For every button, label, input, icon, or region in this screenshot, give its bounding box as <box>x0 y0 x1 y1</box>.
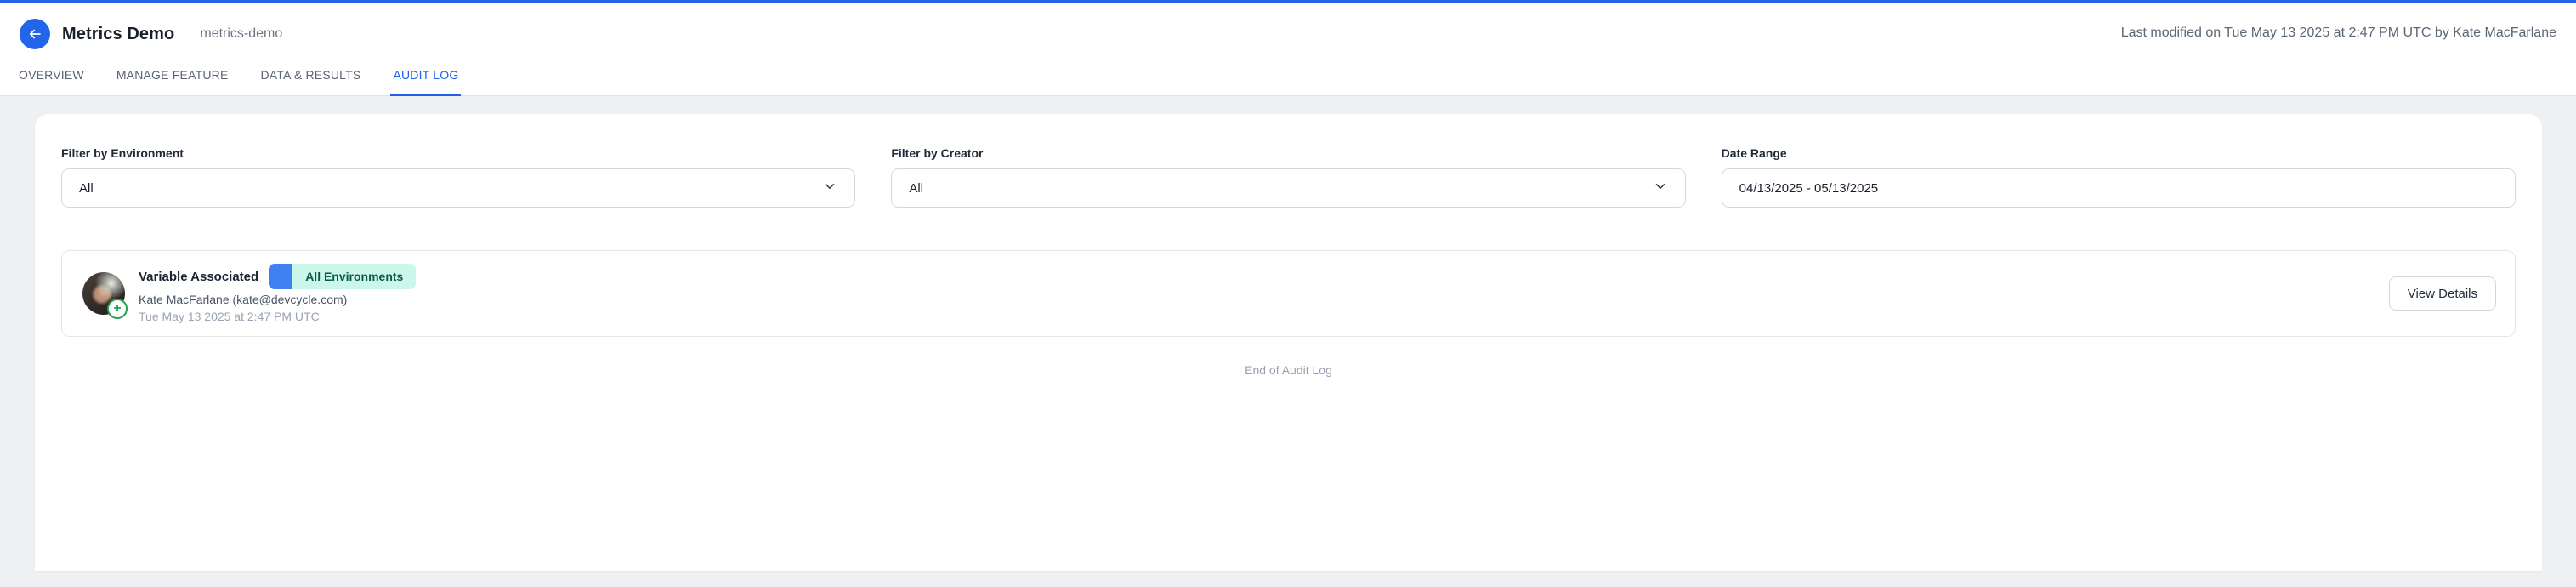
environment-filter-label: Filter by Environment <box>61 146 855 160</box>
chevron-down-icon <box>822 179 837 197</box>
audit-log-entry: + Variable Associated All Environments K… <box>61 250 2516 337</box>
audit-log-card: Filter by Environment All Filter by Crea… <box>35 114 2542 571</box>
avatar-wrap: + <box>82 272 125 315</box>
date-range-input[interactable] <box>1722 168 2516 208</box>
entry-info: Variable Associated All Environments Kat… <box>139 264 416 323</box>
main-content: Filter by Environment All Filter by Crea… <box>0 96 2576 571</box>
creator-filter-group: Filter by Creator All <box>891 146 1685 208</box>
view-details-button[interactable]: View Details <box>2389 276 2496 311</box>
arrow-left-icon <box>27 26 43 42</box>
back-button[interactable] <box>20 19 50 49</box>
creator-filter-label: Filter by Creator <box>891 146 1685 160</box>
entry-action-label: Variable Associated <box>139 270 258 284</box>
tab-audit-log[interactable]: AUDIT LOG <box>390 68 461 96</box>
environment-filter-group: Filter by Environment All <box>61 146 855 208</box>
date-range-group: Date Range <box>1722 146 2516 208</box>
environment-badge-label: All Environments <box>292 264 416 289</box>
environment-filter-select[interactable]: All <box>61 168 855 208</box>
entry-title-row: Variable Associated All Environments <box>139 264 416 289</box>
filters-row: Filter by Environment All Filter by Crea… <box>61 146 2516 208</box>
tab-data-results[interactable]: DATA & RESULTS <box>258 68 363 96</box>
add-user-plus-icon: + <box>107 299 128 319</box>
tab-manage-feature[interactable]: MANAGE FEATURE <box>114 68 231 96</box>
page-header: Metrics Demo metrics-demo Last modified … <box>0 3 2576 49</box>
page-title: Metrics Demo <box>62 25 174 44</box>
last-modified-text: Last modified on Tue May 13 2025 at 2:47… <box>2121 26 2556 43</box>
chevron-down-icon <box>1653 179 1668 197</box>
environment-badge: All Environments <box>269 264 416 289</box>
feature-key: metrics-demo <box>200 26 282 42</box>
creator-filter-value: All <box>909 181 1652 196</box>
entry-timestamp: Tue May 13 2025 at 2:47 PM UTC <box>139 310 416 323</box>
environment-filter-value: All <box>79 181 822 196</box>
date-range-label: Date Range <box>1722 146 2516 160</box>
tab-bar: OVERVIEW MANAGE FEATURE DATA & RESULTS A… <box>0 49 2576 96</box>
creator-filter-select[interactable]: All <box>891 168 1685 208</box>
entry-actor-text: Kate MacFarlane (kate@devcycle.com) <box>139 293 416 306</box>
tab-overview[interactable]: OVERVIEW <box>16 68 87 96</box>
environment-color-swatch <box>269 264 292 289</box>
end-of-audit-log-text: End of Audit Log <box>61 363 2516 377</box>
